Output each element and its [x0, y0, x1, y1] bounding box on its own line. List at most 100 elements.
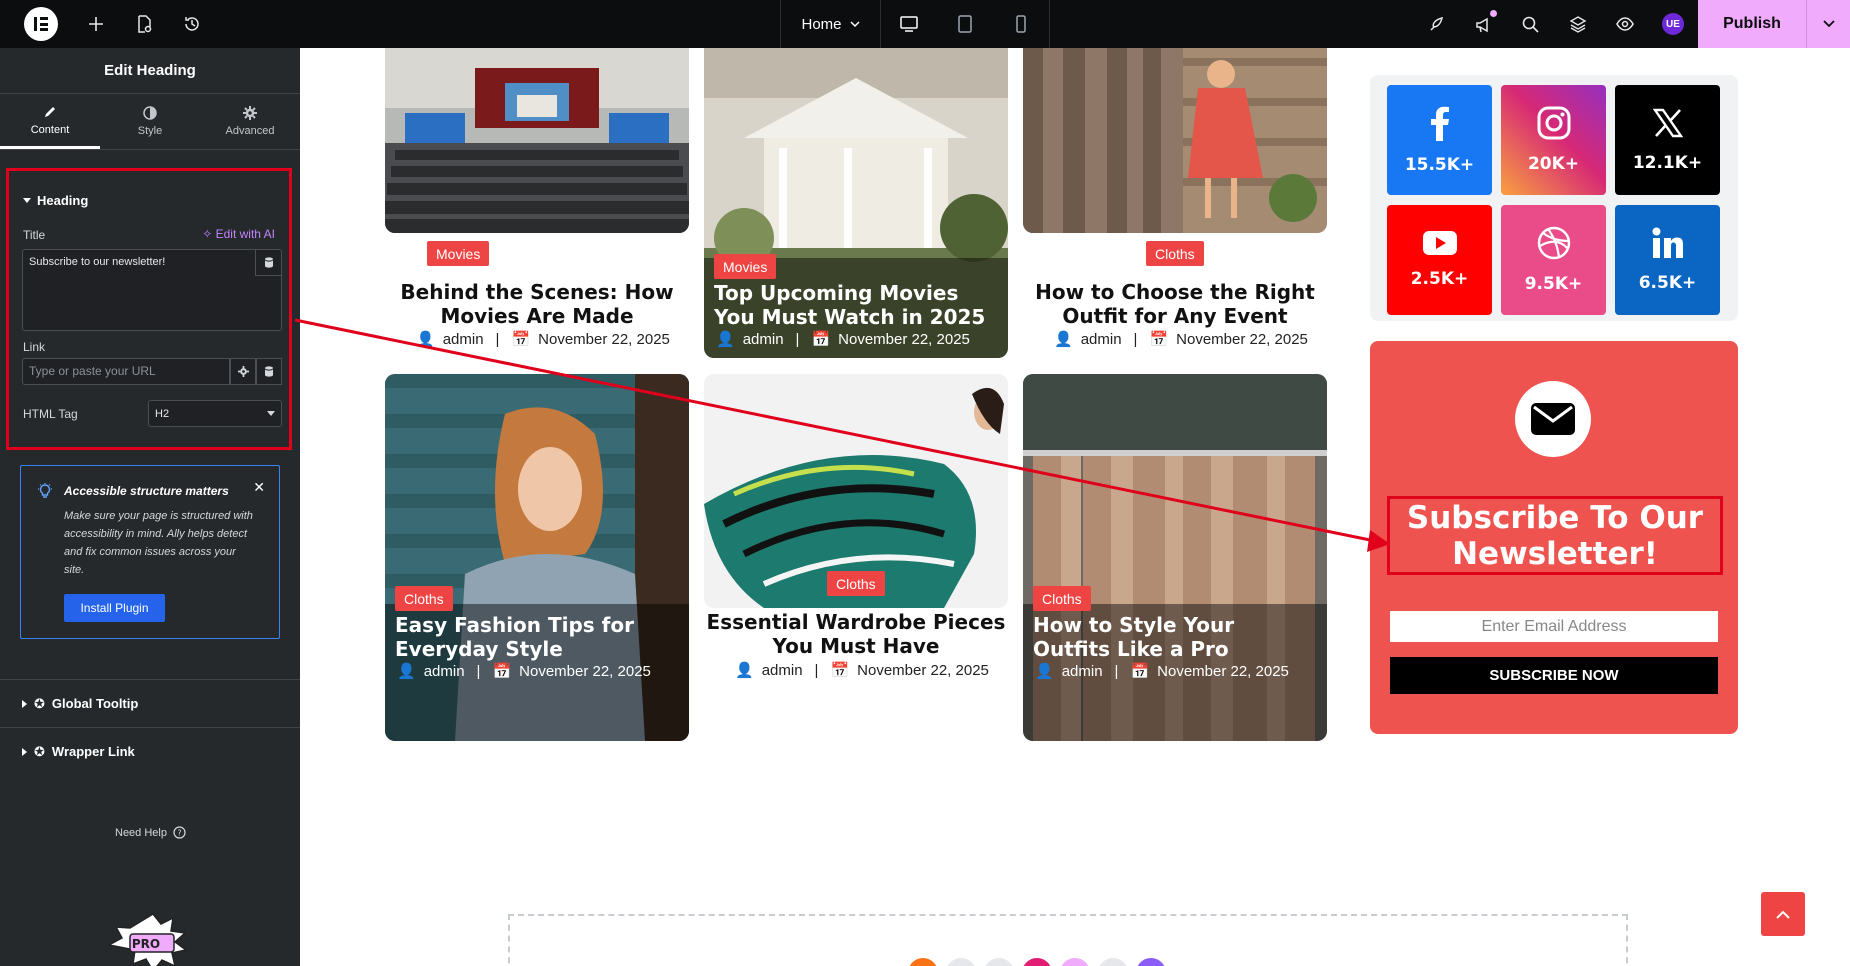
pencil-icon	[45, 106, 55, 117]
link-url-input[interactable]: Type or paste your URL	[22, 358, 230, 385]
tab-advanced[interactable]: Advanced	[200, 94, 300, 149]
post-meta: 👤 admin | 📅 November 22, 2025	[1054, 330, 1308, 349]
close-icon[interactable]: ✕	[253, 479, 265, 496]
tab-style[interactable]: Style	[100, 94, 200, 149]
subscribe-button[interactable]: SUBSCRIBE NOW	[1390, 657, 1718, 694]
search-icon	[1522, 16, 1539, 33]
user-avatar[interactable]: UE	[1662, 13, 1684, 35]
post-author[interactable]: admin	[762, 662, 803, 679]
user-icon: 👤	[416, 331, 435, 348]
newsletter-heading[interactable]: Subscribe To Our Newsletter!	[1390, 500, 1720, 572]
editor-panel: Edit Heading Content Style Advanced Head…	[0, 48, 300, 966]
post-title[interactable]: Easy Fashion Tips for Everyday Style	[395, 613, 679, 661]
editor-topbar: Home UE Publish	[0, 0, 1850, 48]
desktop-view-button[interactable]	[881, 0, 937, 48]
tablet-view-button[interactable]	[937, 0, 993, 48]
circle-lilac	[1060, 958, 1090, 966]
post-author[interactable]: admin	[743, 331, 784, 348]
notice-body: Make sure your page is structured with a…	[64, 510, 253, 576]
social-count: 12.1K+	[1632, 153, 1703, 173]
link-options-button[interactable]	[230, 358, 256, 385]
social-instagram[interactable]: 20K+	[1501, 85, 1606, 195]
history-button[interactable]	[168, 0, 216, 48]
search-button[interactable]	[1507, 0, 1554, 48]
post-author[interactable]: admin	[1081, 331, 1122, 348]
wrapper-link-section[interactable]: ✪ Wrapper Link	[0, 727, 300, 775]
user-icon: 👤	[1054, 331, 1073, 348]
caret-down-icon	[267, 411, 275, 416]
page-select-dropdown[interactable]: Home	[781, 0, 881, 48]
scroll-to-top-button[interactable]	[1761, 892, 1805, 936]
social-count: 9.5K+	[1524, 274, 1583, 294]
social-dribbble[interactable]: 9.5K+	[1501, 205, 1606, 315]
megaphone-icon	[1475, 17, 1488, 32]
dribbble-icon	[1537, 226, 1570, 260]
title-textarea-value: Subscribe to our newsletter!	[29, 256, 166, 268]
publish-button[interactable]: Publish	[1698, 0, 1806, 48]
envelope-icon	[1531, 403, 1575, 435]
title-textarea[interactable]: Subscribe to our newsletter!	[22, 249, 282, 331]
accessibility-notice: Accessible structure matters ✕ Make sure…	[20, 465, 280, 639]
structure-button[interactable]	[1554, 0, 1601, 48]
tab-content[interactable]: Content	[0, 94, 100, 149]
post-title[interactable]: Behind the Scenes: How Movies Are Made	[385, 280, 689, 328]
post-meta: 👤 admin | 📅 November 22, 2025	[1035, 662, 1289, 681]
post-category-badge[interactable]: Movies	[427, 241, 490, 266]
post-title[interactable]: How to Choose the Right Outfit for Any E…	[1023, 280, 1327, 328]
social-linkedin[interactable]: 6.5K+	[1615, 205, 1720, 315]
circle-light	[1098, 958, 1128, 966]
post-author[interactable]: admin	[424, 663, 465, 680]
site-kit-button[interactable]	[1413, 0, 1460, 48]
social-facebook[interactable]: 15.5K+	[1387, 85, 1492, 195]
calendar-icon: 📅	[830, 662, 850, 679]
install-plugin-button[interactable]: Install Plugin	[64, 594, 165, 622]
post-title[interactable]: Top Upcoming Movies You Must Watch in 20…	[714, 281, 998, 329]
post-card[interactable]: Cloths How to Style Your Outfits Like a …	[1023, 374, 1327, 741]
lightbulb-icon	[38, 483, 52, 498]
link-dynamic-tags-button[interactable]	[256, 358, 282, 385]
post-category-badge[interactable]: Cloths	[1146, 241, 1204, 266]
page-settings-button[interactable]	[120, 0, 168, 48]
notice-title: Accessible structure matters	[64, 484, 229, 498]
publish-options-button[interactable]	[1806, 0, 1850, 48]
add-element-button[interactable]	[72, 0, 120, 48]
post-date: November 22, 2025	[1176, 330, 1308, 348]
whats-new-button[interactable]	[1460, 0, 1507, 48]
email-input[interactable]: Enter Email Address	[1390, 611, 1718, 642]
preview-button[interactable]	[1601, 0, 1648, 48]
global-tooltip-section[interactable]: ✪ Global Tooltip	[0, 679, 300, 727]
pro-promo-illustration: PRO	[108, 913, 188, 966]
post-card[interactable]	[1023, 48, 1327, 233]
post-title[interactable]: Essential Wardrobe Pieces You Must Have	[704, 610, 1008, 658]
post-title[interactable]: How to Style Your Outfits Like a Pro	[1033, 613, 1317, 661]
topbar-right: UE Publish	[1413, 0, 1850, 48]
heading-section-toggle[interactable]: Heading	[23, 193, 88, 208]
need-help-link[interactable]: Need Help ?	[115, 826, 186, 839]
calendar-icon: 📅	[492, 663, 512, 680]
social-youtube[interactable]: 2.5K+	[1387, 205, 1492, 315]
post-category-badge[interactable]: Movies	[714, 254, 777, 279]
post-category-badge[interactable]: Cloths	[827, 571, 885, 596]
next-section-circles	[908, 958, 1166, 966]
post-category-badge[interactable]: Cloths	[395, 586, 453, 611]
mobile-view-button[interactable]	[993, 0, 1049, 48]
dynamic-tags-button[interactable]	[255, 250, 281, 276]
wrapper-link-label: Wrapper Link	[51, 744, 135, 759]
post-category-badge[interactable]: Cloths	[1033, 586, 1091, 611]
post-author[interactable]: admin	[1062, 663, 1103, 680]
circle-orange	[908, 958, 938, 966]
post-author[interactable]: admin	[443, 331, 484, 348]
post-card[interactable]: Cloths Easy Fashion Tips for Everyday St…	[385, 374, 689, 741]
edit-with-ai-link[interactable]: ✧ Edit with AI	[202, 227, 275, 241]
selected-heading-highlight[interactable]: Subscribe To Our Newsletter!	[1387, 496, 1723, 575]
newsletter-widget: Subscribe To Our Newsletter! Enter Email…	[1370, 341, 1738, 734]
need-help-label: Need Help	[115, 826, 167, 839]
social-x[interactable]: 12.1K+	[1615, 85, 1720, 195]
facebook-icon	[1430, 106, 1449, 141]
post-card[interactable]: Movies Top Upcoming Movies You Must Watc…	[704, 48, 1008, 358]
html-tag-select[interactable]: H2	[148, 400, 282, 427]
post-card[interactable]	[385, 48, 689, 233]
elementor-logo[interactable]	[24, 7, 58, 41]
tab-style-label: Style	[137, 125, 163, 137]
auditorium-image	[385, 48, 689, 233]
